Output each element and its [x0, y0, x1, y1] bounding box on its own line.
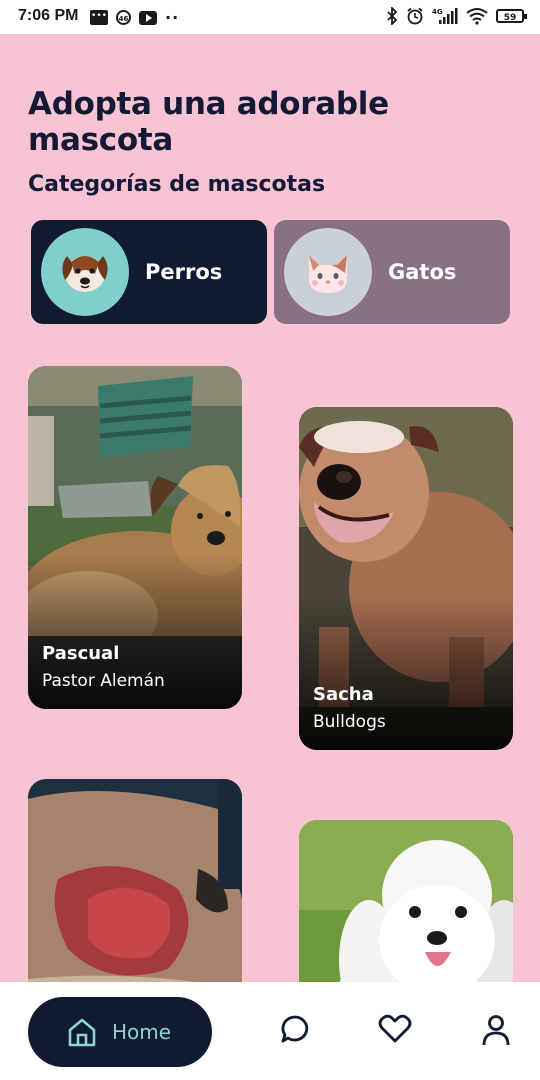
- pet-card-pascual[interactable]: Pascual Pastor Alemán: [28, 366, 242, 709]
- categories-title: Categorías de mascotas: [28, 172, 326, 197]
- category-label: Gatos: [388, 260, 457, 284]
- heart-icon[interactable]: [378, 1014, 412, 1044]
- wifi-icon: [466, 8, 488, 25]
- pet-card-sacha[interactable]: Sacha Bulldogs: [299, 407, 513, 750]
- chat-icon[interactable]: [280, 1014, 310, 1044]
- status-time: 7:06 PM: [18, 7, 79, 24]
- alarm-icon: [407, 7, 423, 25]
- cat-avatar: [284, 228, 372, 316]
- bluetooth-icon: [387, 7, 398, 25]
- category-label: Perros: [145, 260, 223, 284]
- nav-home-label: Home: [112, 1020, 172, 1044]
- home-icon: [68, 1018, 96, 1047]
- signal-4g-icon: 4G: [432, 8, 458, 24]
- badge-46-icon: 46: [116, 10, 131, 25]
- status-bar: 7:06 PM ••• 46 ·· 4G 59: [0, 0, 540, 34]
- youtube-icon: [139, 10, 157, 25]
- profile-icon[interactable]: [481, 1014, 511, 1046]
- svg-text:4G: 4G: [432, 8, 443, 16]
- category-dogs[interactable]: Perros: [31, 220, 267, 324]
- pet-name: Pascual: [42, 643, 120, 664]
- page-title: Adopta una adorable mascota: [28, 86, 389, 158]
- pet-breed: Pastor Alemán: [42, 671, 165, 691]
- nav-home-button[interactable]: Home: [28, 997, 212, 1067]
- dog-icon: [62, 256, 108, 292]
- more-dots-icon: ··: [165, 8, 180, 27]
- message-icon: •••: [90, 10, 108, 25]
- cat-icon: [309, 255, 347, 293]
- dog-avatar: [41, 228, 129, 316]
- pet-breed: Bulldogs: [313, 712, 386, 732]
- category-cats[interactable]: Gatos: [274, 220, 510, 324]
- bottom-navigation: Home: [0, 982, 540, 1080]
- battery-icon: 59: [496, 9, 527, 23]
- pet-name: Sacha: [313, 684, 374, 705]
